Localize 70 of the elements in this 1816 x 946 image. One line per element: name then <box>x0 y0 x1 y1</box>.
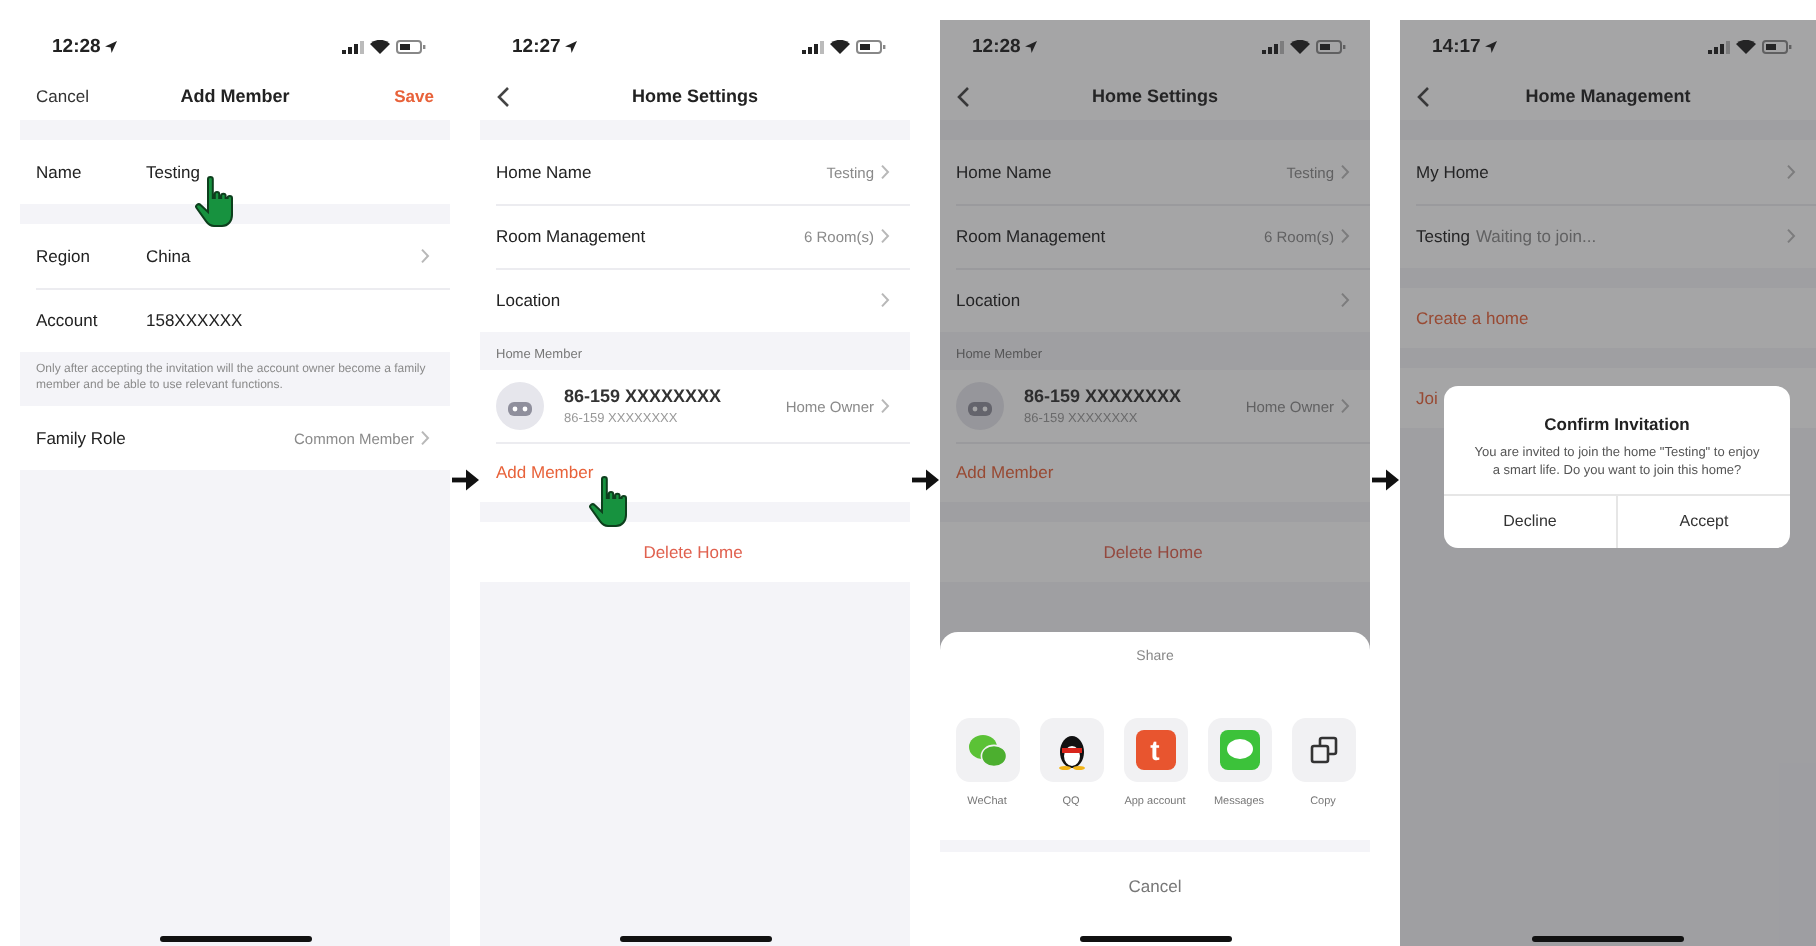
wifi-icon <box>1736 39 1756 53</box>
cancel-button[interactable]: Cancel <box>36 86 89 106</box>
dialog-button[interactable]: Accept <box>1616 495 1790 548</box>
back-icon[interactable] <box>956 85 970 107</box>
wifi-icon <box>1290 39 1310 53</box>
action-link[interactable]: Create a home <box>1416 308 1529 328</box>
chat-bubbles-icon <box>967 733 1007 767</box>
location-arrow-icon <box>104 39 119 53</box>
action-link[interactable]: Add Member <box>496 462 594 482</box>
share-option[interactable]: t <box>1123 718 1187 782</box>
row-label: Location <box>496 290 561 310</box>
status-time: 12:27 <box>512 35 561 57</box>
right-arrow-icon <box>911 467 939 491</box>
signal-icon <box>1262 39 1284 53</box>
field-label: Name <box>36 162 84 182</box>
location-arrow-icon <box>1024 39 1039 53</box>
field-value: 158XXXXXX <box>146 310 243 330</box>
message-bubble-icon <box>1219 730 1259 770</box>
save-button[interactable]: Save <box>394 86 434 106</box>
field-value: China <box>146 246 191 266</box>
share-option[interactable] <box>1291 718 1355 782</box>
field-label: Region <box>36 246 92 266</box>
screen-title: Home Settings <box>1091 86 1218 106</box>
signal-icon <box>342 39 364 53</box>
field-value: Testing <box>146 162 200 182</box>
delete-button[interactable]: Delete Home <box>1103 542 1203 562</box>
location-arrow-icon <box>564 39 579 53</box>
screen-title: Home Settings <box>631 86 758 106</box>
signal-icon <box>1708 39 1730 53</box>
app-logo: t <box>1135 730 1175 770</box>
action-link[interactable]: Joi <box>1416 388 1438 408</box>
share-option[interactable] <box>1039 718 1103 782</box>
row-label: My Home <box>1416 162 1489 182</box>
row-status: Waiting to join... <box>1475 226 1599 246</box>
right-arrow-icon <box>451 467 479 491</box>
wifi-icon <box>370 39 390 53</box>
row-label: Room Management <box>956 226 1106 246</box>
battery-icon <box>856 39 886 53</box>
battery-icon <box>1316 39 1346 53</box>
dialog-title: Confirm Invitation <box>1544 414 1690 434</box>
status-time: 12:28 <box>52 35 101 57</box>
row-label: Testing <box>1416 226 1470 246</box>
delete-button[interactable]: Delete Home <box>643 542 743 562</box>
location-arrow-icon <box>1484 39 1499 53</box>
signal-icon <box>802 39 824 53</box>
cancel-button[interactable]: Cancel <box>1128 876 1182 896</box>
back-icon[interactable] <box>496 85 510 107</box>
status-time: 12:28 <box>972 35 1021 57</box>
penguin-icon <box>1055 730 1087 770</box>
field-label: Account <box>36 310 100 330</box>
row-label: Family Role <box>36 428 126 449</box>
battery-icon <box>396 39 426 53</box>
action-link[interactable]: Add Member <box>956 462 1054 482</box>
screen-title: Home Management <box>1525 86 1691 106</box>
battery-icon <box>1762 39 1792 53</box>
dialog-button[interactable]: Decline <box>1444 495 1616 548</box>
wifi-icon <box>830 39 850 53</box>
back-icon[interactable] <box>1416 85 1430 107</box>
avatar-icon <box>496 382 544 430</box>
row-label: Location <box>956 290 1021 310</box>
right-arrow-icon <box>1371 467 1399 491</box>
member-name: 86-159 XXXXXXXX <box>1024 386 1182 406</box>
row-label: Home Name <box>956 162 1052 182</box>
status-time: 14:17 <box>1432 35 1481 57</box>
row-label: Room Management <box>496 226 646 246</box>
member-name: 86-159 XXXXXXXX <box>564 386 722 406</box>
avatar-icon <box>956 382 1004 430</box>
row-label: Home Name <box>496 162 592 182</box>
screen-title: Add Member <box>180 86 290 106</box>
copy-icon <box>1309 736 1337 764</box>
